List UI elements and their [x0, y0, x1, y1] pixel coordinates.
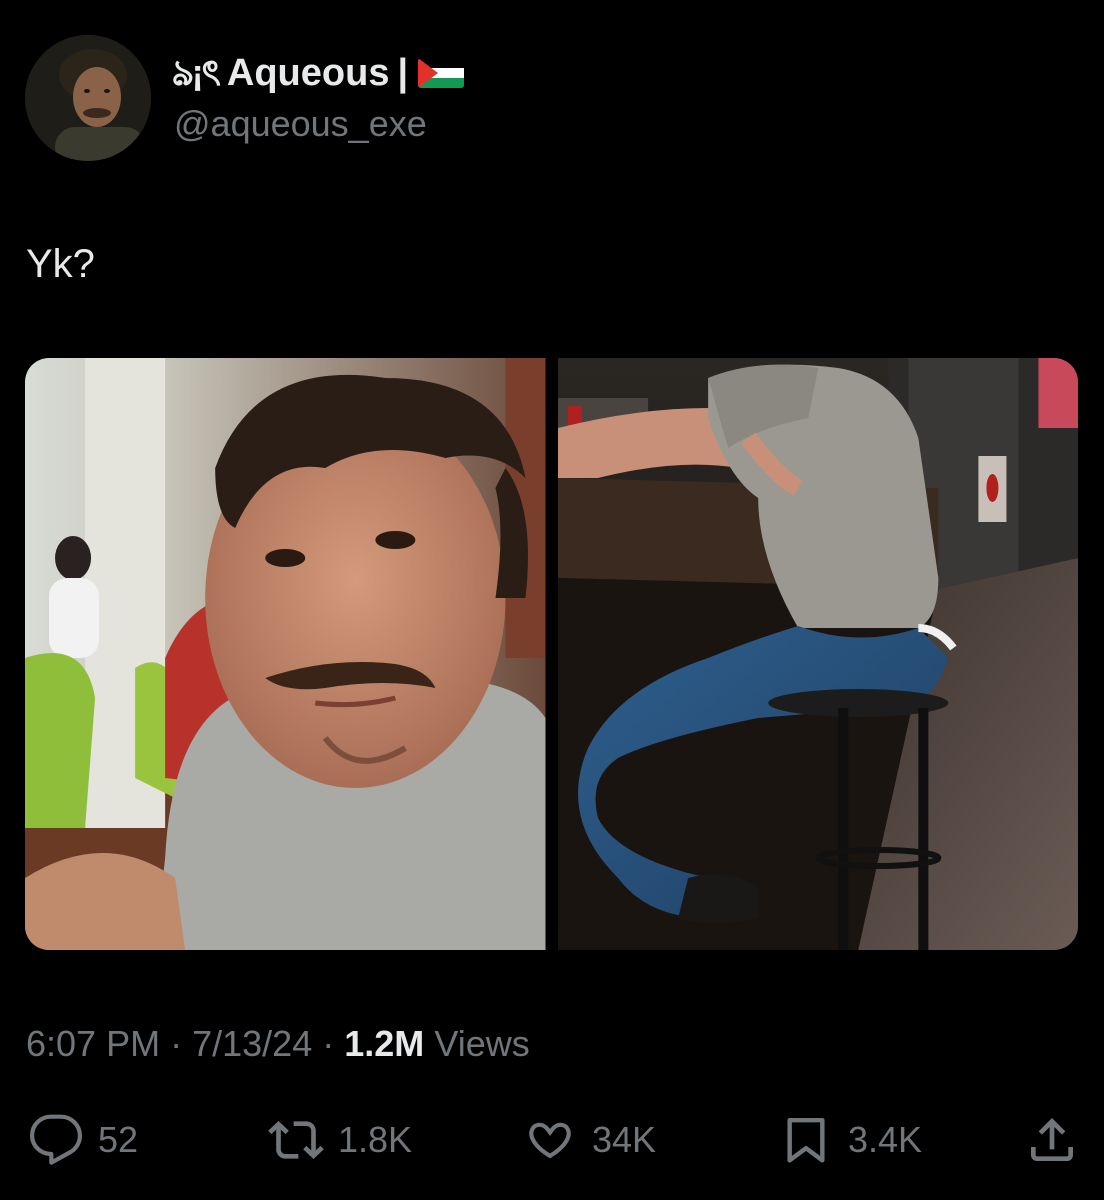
- bookmark-button[interactable]: 3.4K: [778, 1112, 922, 1168]
- like-button[interactable]: 34K: [522, 1112, 656, 1168]
- media-photo-1[interactable]: [25, 358, 546, 950]
- name-separator: |: [397, 51, 409, 94]
- share-button[interactable]: [1024, 1112, 1080, 1168]
- tweet-meta: 6:07 PM · 7/13/24 · 1.2M Views: [26, 1022, 530, 1065]
- heart-icon: [529, 1122, 571, 1159]
- tweet-date[interactable]: 7/13/24: [192, 1023, 312, 1064]
- photo-man-selfie-grey-tshirt: [25, 358, 546, 950]
- author-handle[interactable]: @aqueous_exe: [174, 104, 427, 144]
- avatar[interactable]: [25, 35, 151, 161]
- avatar-image: [25, 35, 151, 161]
- reply-icon: [29, 1114, 83, 1165]
- author-name-row[interactable]: ঌ¡ৎ Aqueous |: [172, 50, 465, 96]
- palestine-flag-icon: [418, 58, 465, 88]
- bookmark-count: 3.4K: [848, 1119, 923, 1160]
- media-grid: [25, 358, 1078, 950]
- reply-count: 52: [98, 1119, 139, 1160]
- tweet-text: Yk?: [26, 242, 95, 286]
- retweet-icon: [268, 1121, 324, 1159]
- media-photo-2[interactable]: [557, 358, 1078, 950]
- meta-dot: ·: [170, 1023, 183, 1064]
- share-icon: [1031, 1118, 1073, 1161]
- reply-button[interactable]: 52: [28, 1112, 138, 1168]
- meta-dot: ·: [322, 1023, 335, 1064]
- like-count: 34K: [592, 1119, 657, 1160]
- photo-man-on-bar-stool: [557, 358, 1078, 950]
- retweet-button[interactable]: 1.8K: [268, 1112, 412, 1168]
- bookmark-icon: [787, 1117, 825, 1163]
- display-name[interactable]: Aqueous: [227, 54, 390, 92]
- views-count: 1.2M: [344, 1023, 425, 1064]
- action-bar: 52 1.8K 34K 3.4K: [0, 1112, 1104, 1172]
- retweet-count: 1.8K: [338, 1119, 413, 1160]
- name-decoration: ঌ¡ৎ: [172, 52, 221, 93]
- tweet-time[interactable]: 6:07 PM: [26, 1023, 160, 1064]
- views-label: Views: [434, 1023, 530, 1064]
